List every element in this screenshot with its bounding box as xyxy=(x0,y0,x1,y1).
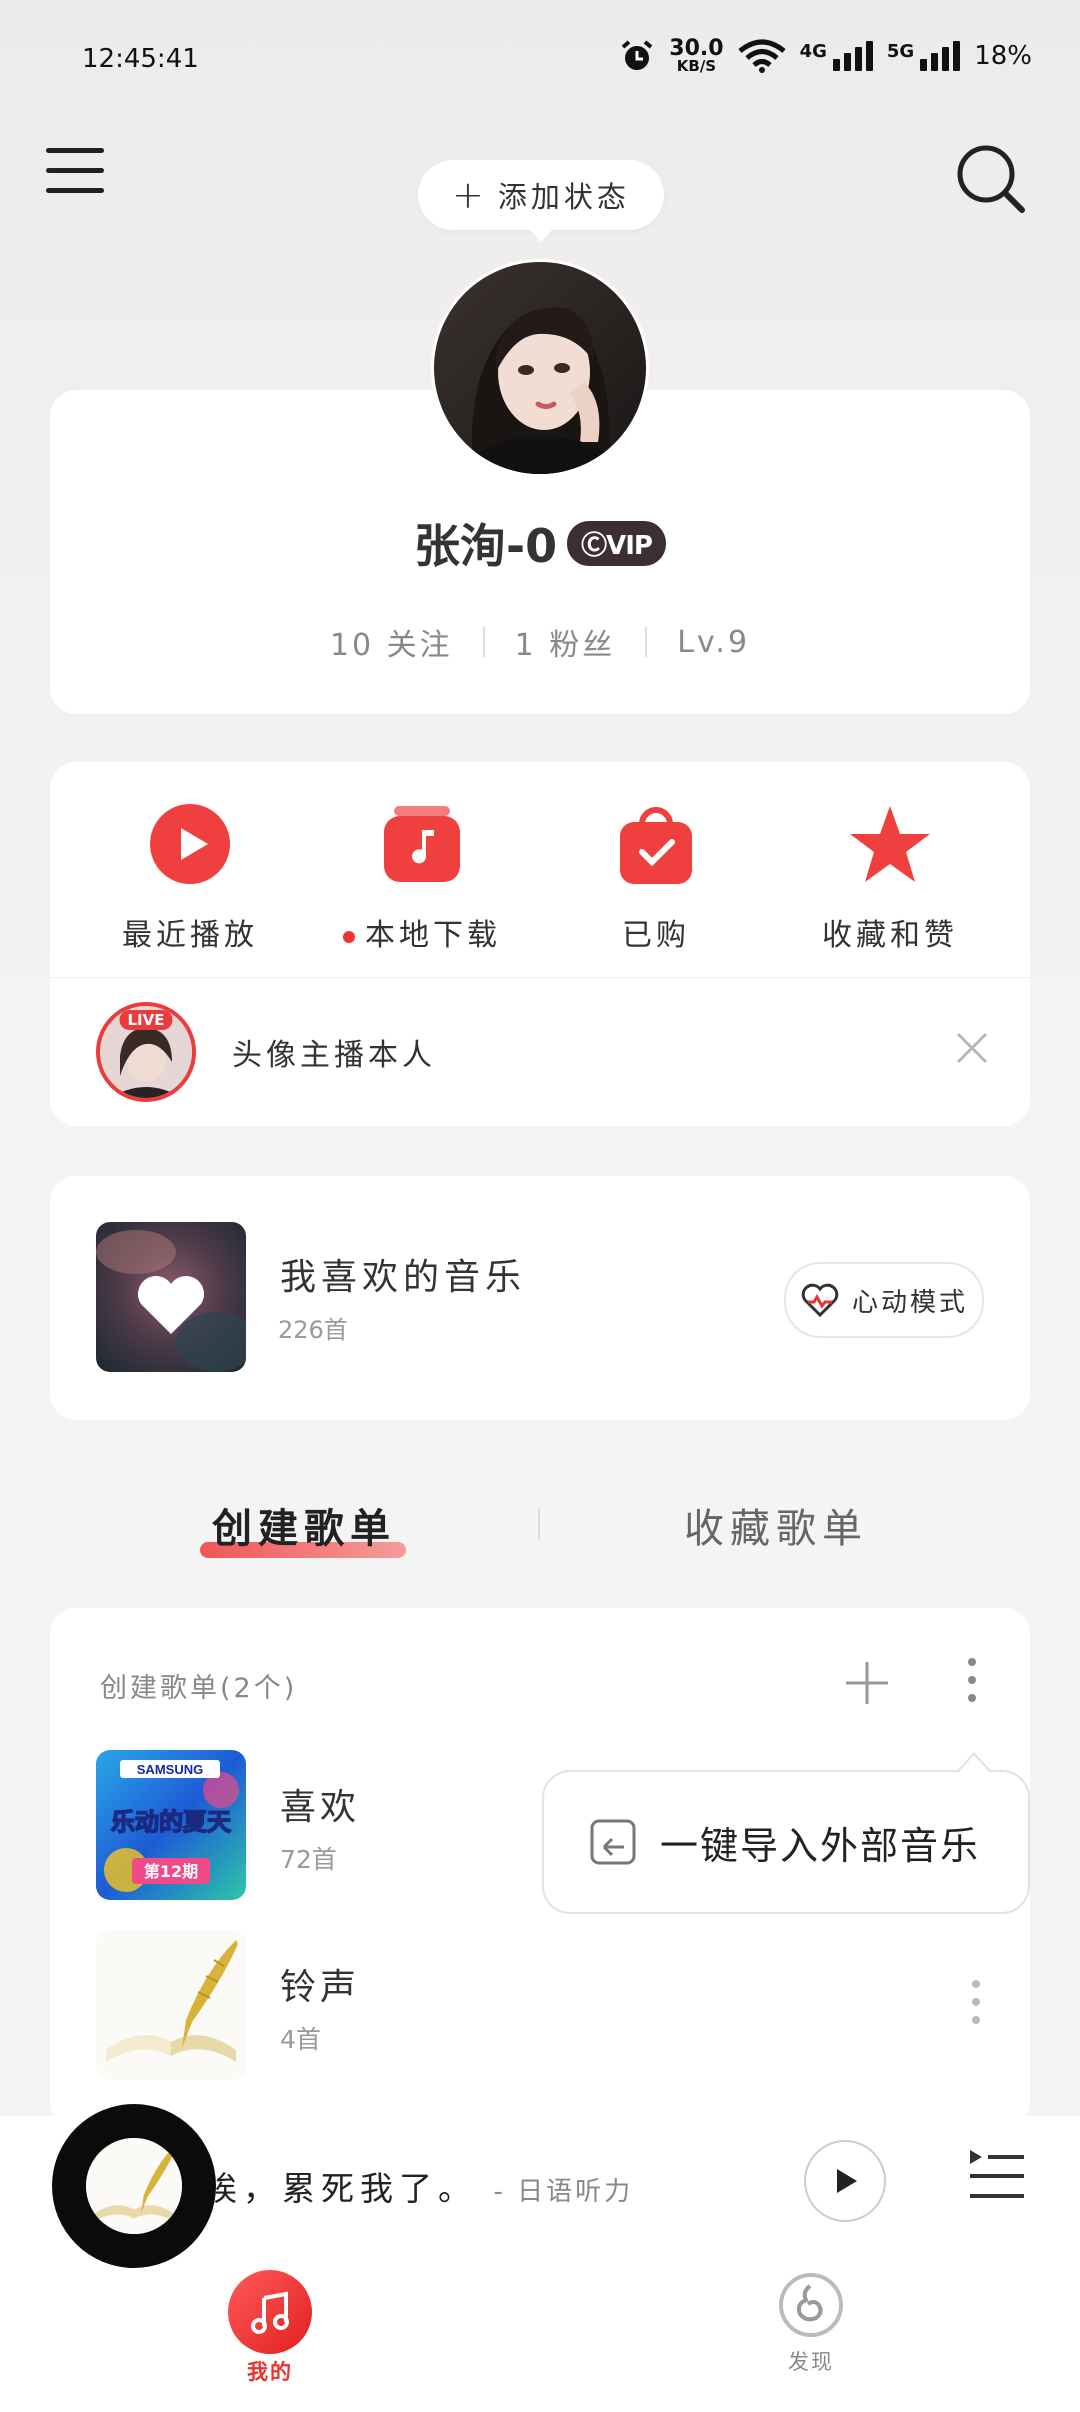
local-download-label: 本地下载 xyxy=(322,910,522,954)
avatar[interactable] xyxy=(434,262,646,474)
wifi-icon xyxy=(737,39,786,73)
play-button[interactable] xyxy=(804,2140,886,2222)
playlist-name: 铃声 xyxy=(280,1967,361,2008)
plus-icon: + xyxy=(452,173,484,217)
heartbeat-mode-label: 心动模式 xyxy=(851,1287,968,1318)
alarm-icon xyxy=(622,40,653,70)
new-dot-badge xyxy=(343,930,355,943)
live-banner[interactable]: LIVE 头像主播本人 xyxy=(96,1002,436,1102)
play-icon xyxy=(148,802,232,886)
nav-discover-label: 发现 xyxy=(788,2350,834,2374)
playlist-name: 喜欢 xyxy=(280,1787,361,1828)
nav-mine-label: 我的 xyxy=(247,2360,293,2384)
username[interactable]: 张洵-0 xyxy=(414,510,557,576)
playlist-count: 72首 xyxy=(280,1845,337,1874)
playlist-section-header: 创建歌单(2个) xyxy=(100,1673,298,1704)
now-playing-title: 唉，累死我了。 - 日语听力 xyxy=(204,2169,634,2208)
live-tag: LIVE xyxy=(119,1010,173,1030)
divider xyxy=(645,627,648,657)
liked-music-title: 我喜欢的音乐 xyxy=(280,1257,527,1298)
now-playing-artist: - 日语听力 xyxy=(493,2177,634,2207)
bottom-nav xyxy=(0,2246,1080,2412)
recent-play-label: 最近播放 xyxy=(122,918,258,953)
playlist-cover xyxy=(96,1930,246,2080)
import-music-label: 一键导入外部音乐 xyxy=(660,1823,981,1868)
liked-music-card[interactable]: 我喜欢的音乐 226首 心动模式 xyxy=(50,1176,1030,1420)
live-avatar: LIVE xyxy=(96,1002,196,1102)
import-music-popup[interactable]: 一键导入外部音乐 xyxy=(542,1752,1030,1914)
add-status-label: 添加状态 xyxy=(497,180,630,214)
add-playlist-icon[interactable] xyxy=(842,1658,892,1708)
favorites-button[interactable]: 收藏和赞 xyxy=(790,802,990,954)
profile-name-row: 张洵-0 ⒸVIP xyxy=(0,510,1080,576)
status-time: 12:45:41 xyxy=(82,44,199,74)
profile-stats: 10 关注 1 粉丝 Lv.9 xyxy=(0,620,1080,664)
svg-text:乐动的夏天: 乐动的夏天 xyxy=(111,1808,231,1836)
playlist-item[interactable]: 铃声 4首 xyxy=(96,1930,986,2090)
now-playing-cover xyxy=(86,2138,182,2234)
now-playing-disc[interactable] xyxy=(52,2104,216,2268)
live-text: 头像主播本人 xyxy=(232,1038,436,1073)
play-icon xyxy=(837,2169,857,2193)
music-note-icon xyxy=(228,2270,312,2354)
star-icon xyxy=(848,802,932,886)
battery-level: 18% xyxy=(974,41,1032,71)
recent-play-button[interactable]: 最近播放 xyxy=(90,802,290,954)
net-speed: 30.0 KB/S xyxy=(669,36,724,75)
tab-favorited-playlists[interactable]: 收藏歌单 xyxy=(684,1496,868,1554)
close-icon[interactable] xyxy=(952,1028,992,1068)
tab-created-playlists[interactable]: 创建歌单 xyxy=(212,1496,396,1554)
search-icon[interactable] xyxy=(950,138,1030,218)
playlist-count: 4首 xyxy=(280,2025,321,2054)
music-download-icon xyxy=(380,802,464,886)
following-count[interactable]: 10 关注 xyxy=(330,620,453,664)
svg-text:SAMSUNG: SAMSUNG xyxy=(137,1762,203,1777)
divider xyxy=(50,977,1030,978)
heartbeat-icon xyxy=(801,1283,839,1318)
svg-text:第12期: 第12期 xyxy=(144,1862,198,1881)
nav-mine[interactable]: 我的 xyxy=(226,2270,314,2386)
favorites-label: 收藏和赞 xyxy=(822,918,958,953)
signal-5g-icon: 5G xyxy=(887,41,961,71)
liked-music-cover xyxy=(96,1222,246,1372)
add-status-button[interactable]: + 添加状态 xyxy=(418,160,664,242)
status-icons: 30.0 KB/S 4G 5G 18% xyxy=(619,38,1032,74)
playlist-cover: SAMSUNG 乐动的夏天 第12期 xyxy=(96,1750,246,1900)
divider xyxy=(482,627,485,657)
more-icon[interactable] xyxy=(962,1658,982,1710)
import-icon xyxy=(590,1819,636,1865)
discover-icon xyxy=(779,2273,843,2337)
purchased-bag-icon xyxy=(614,802,698,886)
liked-music-count: 226首 xyxy=(278,1316,348,1344)
signal-4g-icon: 4G xyxy=(800,41,873,71)
nav-discover[interactable]: 发现 xyxy=(766,2270,856,2376)
vip-badge[interactable]: ⒸVIP xyxy=(567,520,666,566)
local-download-button[interactable]: 本地下载 xyxy=(322,802,522,954)
playlist-queue-icon[interactable] xyxy=(966,2146,1028,2206)
purchased-button[interactable]: 已购 xyxy=(556,802,756,954)
quick-actions-card: 最近播放 本地下载 已购 收藏和赞 LIVE 头像主播本人 xyxy=(50,762,1030,1126)
user-level[interactable]: Lv.9 xyxy=(677,625,750,660)
menu-icon[interactable] xyxy=(46,148,104,196)
heartbeat-mode-button[interactable]: 心动模式 xyxy=(784,1262,984,1338)
divider xyxy=(538,1508,540,1540)
followers-count[interactable]: 1 粉丝 xyxy=(515,620,616,664)
more-icon[interactable] xyxy=(966,1980,986,2032)
purchased-label: 已购 xyxy=(622,918,690,953)
